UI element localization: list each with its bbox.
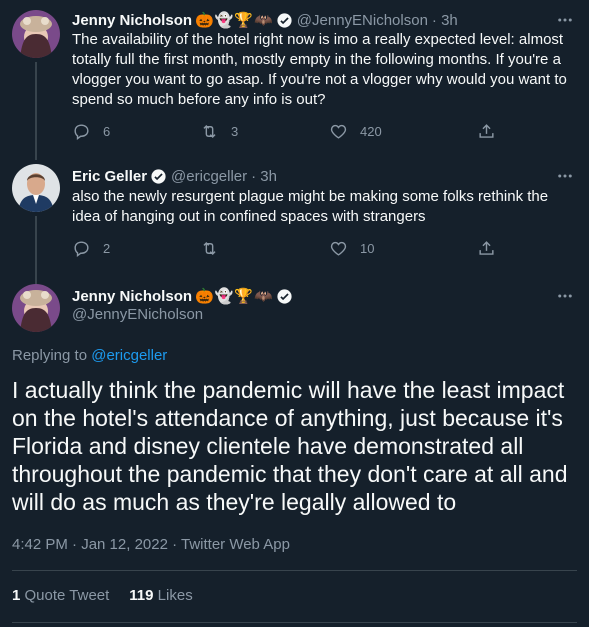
likes-link[interactable]: 119 Likes bbox=[129, 587, 192, 604]
engagement-stats: 1 Quote Tweet 119 Likes bbox=[12, 587, 193, 604]
tweet-header: Jenny Nicholson 🎃 👻 🏆 🦇 bbox=[72, 286, 293, 306]
verified-icon bbox=[276, 288, 293, 305]
reply-count: 6 bbox=[103, 124, 111, 139]
handle[interactable]: @JennyENicholson bbox=[297, 12, 428, 29]
quote-tweets-link[interactable]: 1 Quote Tweet bbox=[12, 587, 109, 604]
reply-button[interactable]: 2 bbox=[72, 239, 110, 258]
tweet-timestamp[interactable]: 4:42 PM · Jan 12, 2022 · Twitter Web App bbox=[12, 536, 290, 553]
tweet-text: The availability of the hotel right now … bbox=[72, 31, 567, 108]
heart-icon bbox=[330, 124, 347, 139]
avatar[interactable] bbox=[12, 164, 60, 212]
trophy-emoji: 🏆 bbox=[234, 12, 254, 29]
trophy-emoji: 🏆 bbox=[234, 288, 254, 305]
like-count: 10 bbox=[360, 241, 375, 256]
retweet-icon bbox=[203, 241, 216, 256]
main-tweet-text: I actually think the pandemic will have … bbox=[12, 377, 568, 515]
ghost-emoji: 👻 bbox=[214, 288, 234, 305]
quote-label: Quote Tweet bbox=[24, 587, 110, 604]
replying-label: Replying to bbox=[12, 347, 88, 364]
retweet-icon bbox=[203, 124, 216, 139]
tweet-header: Jenny Nicholson 🎃 👻 🏆 🦇 @JennyENicholson… bbox=[72, 10, 458, 30]
tweet-actions: 2 10 bbox=[72, 239, 512, 259]
more-icon[interactable] bbox=[555, 166, 575, 186]
like-total: 119 bbox=[129, 587, 154, 604]
bat-emoji: 🦇 bbox=[254, 12, 273, 29]
main-tweet: Jenny Nicholson 🎃 👻 🏆 🦇 @JennyENicholson bbox=[0, 266, 589, 332]
avatar[interactable] bbox=[12, 10, 60, 58]
pumpkin-emoji: 🎃 bbox=[195, 12, 214, 29]
divider bbox=[12, 570, 577, 571]
more-icon[interactable] bbox=[555, 10, 575, 30]
tweet-actions: 6 3 420 bbox=[72, 122, 512, 142]
thread-line bbox=[35, 266, 37, 284]
likes-label: Likes bbox=[157, 587, 193, 604]
tweet-jenny-1[interactable]: Jenny Nicholson 🎃 👻 🏆 🦇 @JennyENicholson… bbox=[0, 10, 589, 157]
display-name[interactable]: Jenny Nicholson bbox=[72, 12, 192, 29]
share-button[interactable] bbox=[477, 239, 496, 258]
retweet-button[interactable]: 3 bbox=[200, 122, 238, 141]
share-icon bbox=[479, 124, 494, 138]
retweet-count: 3 bbox=[231, 124, 239, 139]
name-emoji: 🎃 👻 🏆 🦇 bbox=[195, 11, 273, 29]
bat-emoji: 🦇 bbox=[254, 288, 273, 305]
name-emoji: 🎃 👻 🏆 🦇 bbox=[195, 287, 273, 305]
display-name[interactable]: Jenny Nicholson bbox=[72, 288, 192, 305]
timestamp[interactable]: · 3h bbox=[251, 168, 277, 185]
display-name[interactable]: Eric Geller bbox=[72, 168, 147, 185]
divider bbox=[12, 622, 577, 623]
reply-button[interactable]: 6 bbox=[72, 122, 110, 141]
thread-line bbox=[35, 62, 37, 157]
handle[interactable]: @ericgeller bbox=[171, 168, 247, 185]
verified-icon bbox=[276, 12, 293, 29]
reply-count: 2 bbox=[103, 241, 111, 256]
like-count: 420 bbox=[360, 124, 382, 139]
share-icon bbox=[479, 241, 494, 255]
verified-icon bbox=[150, 168, 167, 185]
pumpkin-emoji: 🎃 bbox=[195, 288, 214, 305]
like-button[interactable]: 10 bbox=[329, 239, 374, 258]
share-button[interactable] bbox=[477, 122, 496, 141]
thread-line bbox=[35, 150, 37, 160]
reply-icon bbox=[74, 241, 89, 258]
handle[interactable]: @JennyENicholson bbox=[72, 306, 203, 323]
replying-to-link[interactable]: @ericgeller bbox=[91, 347, 167, 364]
tweet-eric[interactable]: Eric Geller @ericgeller · 3h also the ne… bbox=[0, 150, 589, 274]
timestamp[interactable]: · 3h bbox=[432, 12, 458, 29]
heart-icon bbox=[330, 241, 347, 256]
quote-count: 1 bbox=[12, 587, 21, 604]
tweet-header: Eric Geller @ericgeller · 3h bbox=[72, 166, 277, 186]
like-button[interactable]: 420 bbox=[329, 122, 382, 141]
avatar[interactable] bbox=[12, 284, 60, 332]
more-icon[interactable] bbox=[555, 286, 575, 306]
reply-icon bbox=[74, 124, 89, 141]
replying-to: Replying to @ericgeller bbox=[12, 347, 167, 364]
tweet-text: also the newly resurgent plague might be… bbox=[72, 188, 549, 225]
retweet-button[interactable] bbox=[200, 239, 231, 258]
ghost-emoji: 👻 bbox=[214, 12, 234, 29]
